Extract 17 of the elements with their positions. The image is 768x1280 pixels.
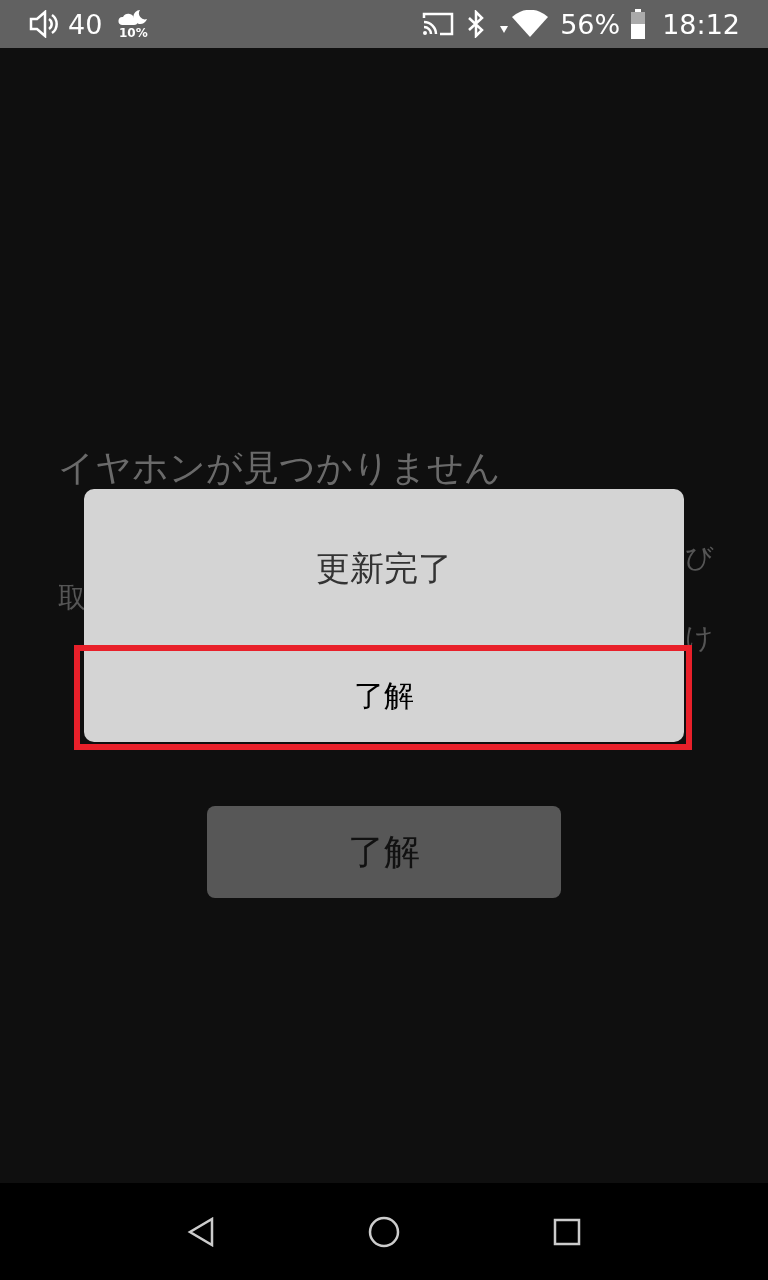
ok-button[interactable]: 了解 [84, 649, 684, 742]
battery-percent: 56% [560, 8, 621, 40]
home-icon[interactable] [368, 1215, 400, 1248]
volume-level: 40 [68, 8, 103, 40]
back-icon[interactable] [186, 1216, 215, 1247]
recents-icon[interactable] [553, 1217, 582, 1246]
dialog-title: 更新完了 [316, 547, 452, 590]
cast-icon [422, 11, 455, 37]
battery-icon [630, 9, 647, 39]
note-text: 取 [58, 580, 86, 616]
precipitation-chance: 10% [119, 27, 148, 39]
heading: イヤホンが見つかりません [58, 446, 502, 490]
note-text: び [685, 540, 714, 576]
weather-icon [118, 9, 149, 27]
wifi-icon [498, 10, 551, 38]
volume-icon [28, 10, 58, 38]
clock: 18:12 [662, 8, 740, 40]
